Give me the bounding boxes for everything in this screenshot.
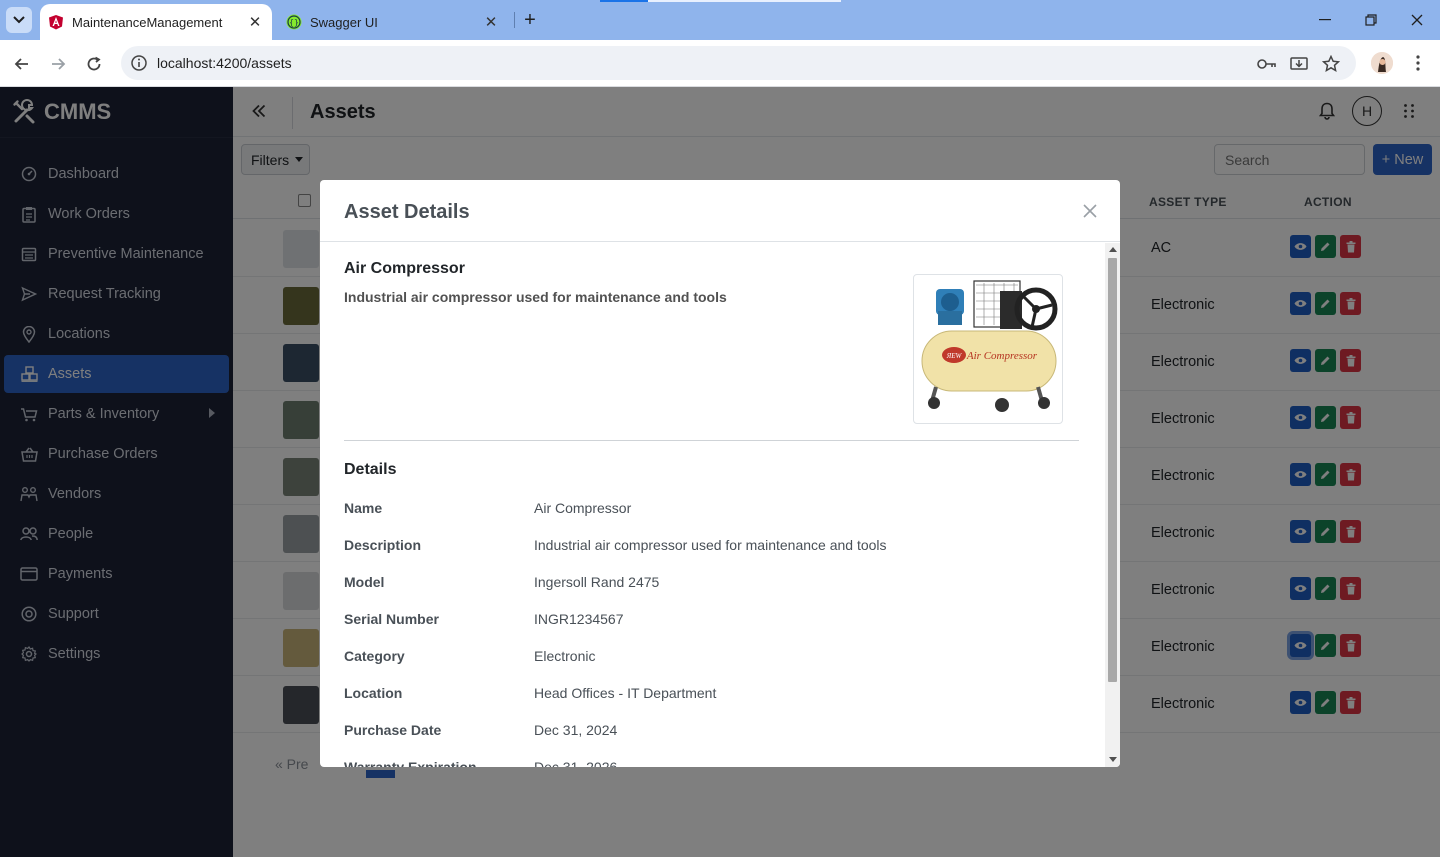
detail-row: Purchase Date Dec 31, 2024 [344, 722, 1064, 742]
restore-icon [1365, 14, 1377, 26]
detail-value: INGR1234567 [534, 611, 624, 627]
asset-details-modal: Asset Details Air Compressor Industrial … [320, 180, 1120, 767]
minimize-icon [1319, 19, 1331, 21]
modal-title: Asset Details [344, 201, 470, 223]
new-tab-button[interactable]: + [518, 8, 542, 32]
detail-label: Model [344, 574, 385, 590]
loading-indicator [600, 0, 648, 2]
modal-header: Asset Details [320, 180, 1120, 242]
password-key-icon[interactable] [1257, 54, 1277, 74]
bookmark-star-icon[interactable] [1321, 54, 1341, 74]
profile-picture-icon [1371, 52, 1393, 74]
detail-row: Model Ingersoll Rand 2475 [344, 574, 1064, 594]
arrow-left-icon [14, 58, 28, 70]
asset-image: ЯЕW Air Compressor [913, 274, 1063, 424]
close-icon [1411, 14, 1423, 26]
detail-value: Ingersoll Rand 2475 [534, 574, 660, 590]
modal-body: Air Compressor Industrial air compressor… [320, 243, 1105, 767]
reload-icon [87, 56, 101, 71]
details-heading: Details [344, 461, 397, 478]
restore-button[interactable] [1348, 0, 1394, 40]
tab-label: Swagger UI [310, 14, 378, 30]
detail-label: Serial Number [344, 611, 439, 627]
close-tab-icon[interactable]: ✕ [244, 11, 266, 33]
detail-label: Description [344, 537, 422, 553]
close-icon [1083, 204, 1097, 218]
asset-description: Industrial air compressor used for maint… [344, 289, 727, 305]
scroll-thumb[interactable] [1108, 258, 1117, 682]
modal-scrollbar[interactable] [1105, 243, 1120, 767]
browser-tab-bar: MaintenanceManagement ✕ {} Swagger UI ✕ … [0, 0, 1440, 40]
close-tab-icon[interactable]: ✕ [480, 11, 502, 33]
kebab-menu-icon [1416, 55, 1420, 71]
air-compressor-image: ЯЕW Air Compressor [921, 280, 1058, 412]
browser-menu-button[interactable] [1408, 50, 1428, 76]
site-info-icon[interactable] [129, 53, 149, 73]
detail-row: Location Head Offices - IT Department [344, 685, 1064, 705]
reload-button[interactable] [80, 50, 108, 78]
detail-value: Industrial air compressor used for maint… [534, 537, 887, 553]
brand-text-on-tank: Air Compressor [966, 350, 1038, 362]
detail-row: Category Electronic [344, 648, 1064, 668]
detail-row: Serial Number INGR1234567 [344, 611, 1064, 631]
angular-icon [49, 15, 63, 30]
detail-label: Name [344, 500, 383, 516]
scroll-up-arrow-icon[interactable] [1109, 247, 1117, 252]
address-bar[interactable]: localhost:4200/assets [121, 46, 1356, 80]
arrow-right-icon [52, 58, 66, 70]
close-modal-button[interactable] [1079, 200, 1101, 222]
detail-label: Warranty Expiration [344, 759, 477, 767]
browser-toolbar: localhost:4200/assets [0, 40, 1440, 87]
detail-row: Name Air Compressor [344, 500, 1064, 520]
url-text: localhost:4200/assets [157, 55, 292, 71]
detail-row: Warranty Expiration Dec 31, 2026 [344, 759, 1064, 767]
tab-maintenance-management[interactable]: MaintenanceManagement ✕ [40, 4, 272, 40]
detail-value: Dec 31, 2024 [534, 722, 618, 738]
tab-label: MaintenanceManagement [72, 14, 223, 30]
detail-value: Head Offices - IT Department [534, 685, 717, 701]
detail-row: Description Industrial air compressor use… [344, 537, 1064, 557]
swagger-icon: {} [286, 14, 302, 30]
detail-label: Category [344, 648, 405, 664]
loading-track [648, 0, 841, 2]
minimize-button[interactable] [1302, 0, 1348, 40]
detail-value: Dec 31, 2026 [534, 759, 618, 767]
tab-separator [514, 12, 515, 28]
section-divider [344, 440, 1079, 441]
profile-avatar[interactable] [1371, 52, 1393, 74]
close-window-button[interactable] [1394, 0, 1440, 40]
detail-label: Purchase Date [344, 722, 442, 738]
forward-button[interactable] [44, 50, 72, 78]
detail-value: Electronic [534, 648, 596, 664]
tab-swagger-ui[interactable]: {} Swagger UI ✕ [278, 4, 508, 40]
back-button[interactable] [8, 50, 36, 78]
tab-search-button[interactable] [6, 7, 32, 33]
install-app-icon[interactable] [1289, 54, 1309, 74]
svg-text:{}: {} [289, 18, 299, 27]
svg-text:ЯЕW: ЯЕW [946, 352, 963, 360]
asset-name: Air Compressor [344, 260, 465, 277]
detail-value: Air Compressor [534, 500, 632, 516]
chevron-down-icon [13, 16, 25, 24]
detail-label: Location [344, 685, 403, 701]
scroll-down-arrow-icon[interactable] [1109, 757, 1117, 762]
